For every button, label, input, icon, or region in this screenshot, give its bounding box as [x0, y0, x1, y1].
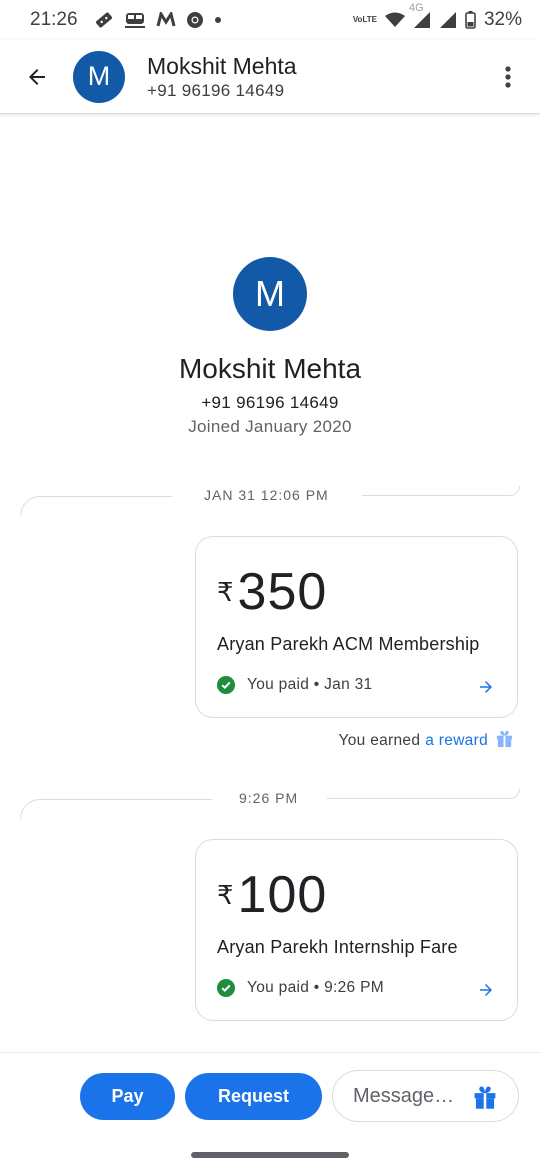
avatar-initial: M — [87, 61, 111, 91]
arrow-forward-icon — [480, 681, 492, 693]
battery-icon — [465, 11, 476, 29]
view-details-button[interactable] — [477, 678, 495, 701]
date-separator: 9:26 PM — [20, 789, 520, 819]
separator-line — [20, 799, 212, 819]
payment-status: You paid • Jan 31 — [217, 676, 372, 694]
payment-status-text: You paid • Jan 31 — [247, 676, 373, 693]
app-bar: M Mokshit Mehta +91 96196 14649 — [0, 40, 540, 114]
gift-icon — [474, 1086, 496, 1109]
check-circle-icon — [217, 676, 235, 694]
chrome-icon — [186, 11, 204, 29]
status-bar: 21:26 Vo LTE 4G 32% — [0, 0, 540, 40]
profile-phone: +91 96196 14649 — [201, 393, 339, 412]
profile-avatar: M — [233, 257, 307, 331]
bottom-divider — [0, 1052, 540, 1053]
contact-phone: +91 96196 14649 — [147, 80, 285, 100]
payment-status: You paid • 9:26 PM — [217, 979, 384, 997]
currency-symbol: ₹ — [217, 577, 234, 607]
ticket-icon — [94, 12, 114, 28]
payment-card[interactable]: ₹ 100 Aryan Parekh Internship Fare You p… — [195, 839, 518, 1021]
gift-button[interactable] — [472, 1084, 498, 1115]
profile-joined: Joined January 2020 — [188, 417, 352, 436]
separator-line — [327, 789, 520, 799]
check-circle-icon — [217, 979, 235, 997]
amount-value: 350 — [237, 563, 328, 621]
pay-button[interactable]: Pay — [80, 1073, 175, 1120]
view-details-button[interactable] — [477, 981, 495, 1004]
reward-text: You earned — [338, 732, 421, 749]
gift-icon[interactable] — [495, 729, 514, 753]
amount-value: 100 — [237, 866, 328, 924]
payment-note: Aryan Parekh ACM Membership — [217, 634, 480, 654]
profile-name: Mokshit Mehta — [178, 353, 362, 384]
metro-train-icon — [124, 11, 146, 29]
reward-line: You earned a reward — [339, 729, 514, 753]
payment-card[interactable]: ₹ 350 Aryan Parekh ACM Membership You pa… — [195, 536, 518, 718]
status-time: 21:26 — [30, 9, 78, 30]
back-button[interactable] — [17, 57, 57, 97]
battery-percent: 32% — [483, 9, 522, 30]
signal-icon — [439, 11, 457, 29]
volte-icon: Vo LTE — [352, 15, 377, 24]
profile-avatar-initial: M — [255, 273, 285, 314]
wifi-icon — [384, 12, 405, 28]
arrow-back-icon — [29, 68, 45, 85]
contact-avatar[interactable]: M — [73, 50, 125, 103]
signal-4g-icon: 4G — [409, 2, 431, 29]
dot-icon — [214, 16, 222, 24]
reward-link[interactable]: a reward — [425, 732, 488, 750]
currency-symbol: ₹ — [217, 880, 234, 910]
separator-line — [20, 496, 172, 516]
payment-status-text: You paid • 9:26 PM — [247, 979, 384, 996]
date-separator: JAN 31 12:06 PM — [20, 486, 520, 516]
home-indicator[interactable] — [191, 1152, 349, 1158]
request-button[interactable]: Request — [185, 1073, 322, 1120]
contact-name: Mokshit Mehta — [147, 52, 297, 79]
date-label: 9:26 PM — [239, 790, 299, 806]
arrow-forward-icon — [480, 984, 492, 996]
contact-header[interactable]: Mokshit Mehta +91 96196 14649 — [147, 52, 297, 102]
contact-profile: M Mokshit Mehta +91 96196 14649 Joined J… — [0, 257, 540, 437]
more-vert-icon — [505, 65, 511, 88]
myntra-m-icon — [156, 12, 176, 28]
message-box[interactable] — [332, 1070, 519, 1122]
payment-amount: ₹ 100 — [217, 866, 327, 924]
date-label: JAN 31 12:06 PM — [204, 487, 329, 503]
payment-note: Aryan Parekh Internship Fare — [217, 937, 458, 957]
separator-line — [362, 486, 520, 496]
message-input[interactable] — [353, 1084, 465, 1108]
payment-amount: ₹ 350 — [217, 563, 327, 621]
more-options-button[interactable] — [496, 57, 520, 97]
